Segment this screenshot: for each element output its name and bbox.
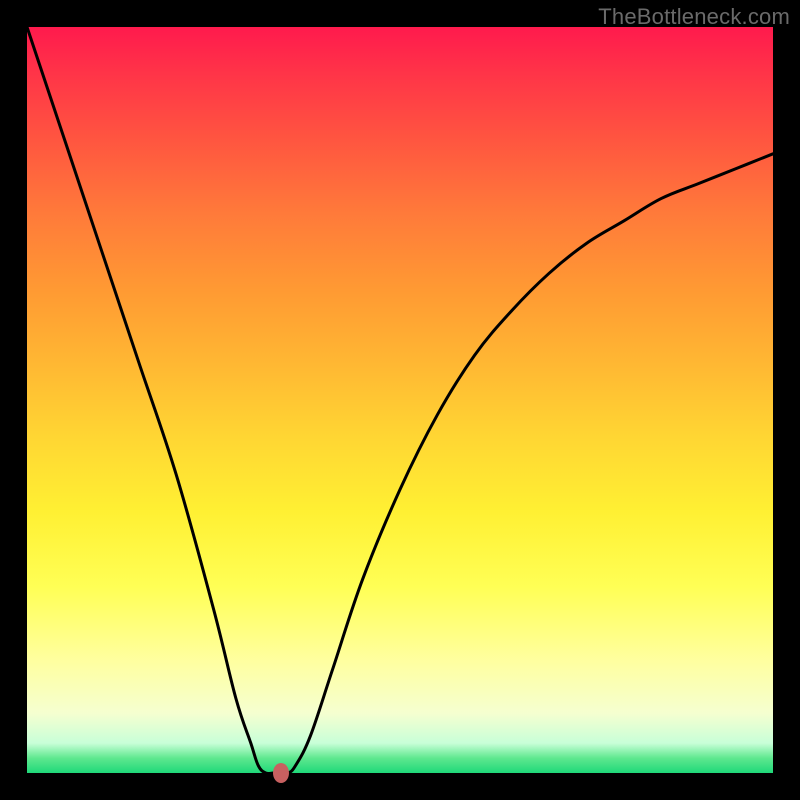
chart-frame: TheBottleneck.com (0, 0, 800, 800)
bottleneck-curve (27, 27, 773, 774)
minimum-marker (273, 763, 289, 783)
plot-area (27, 27, 773, 773)
curve-svg (27, 27, 773, 773)
